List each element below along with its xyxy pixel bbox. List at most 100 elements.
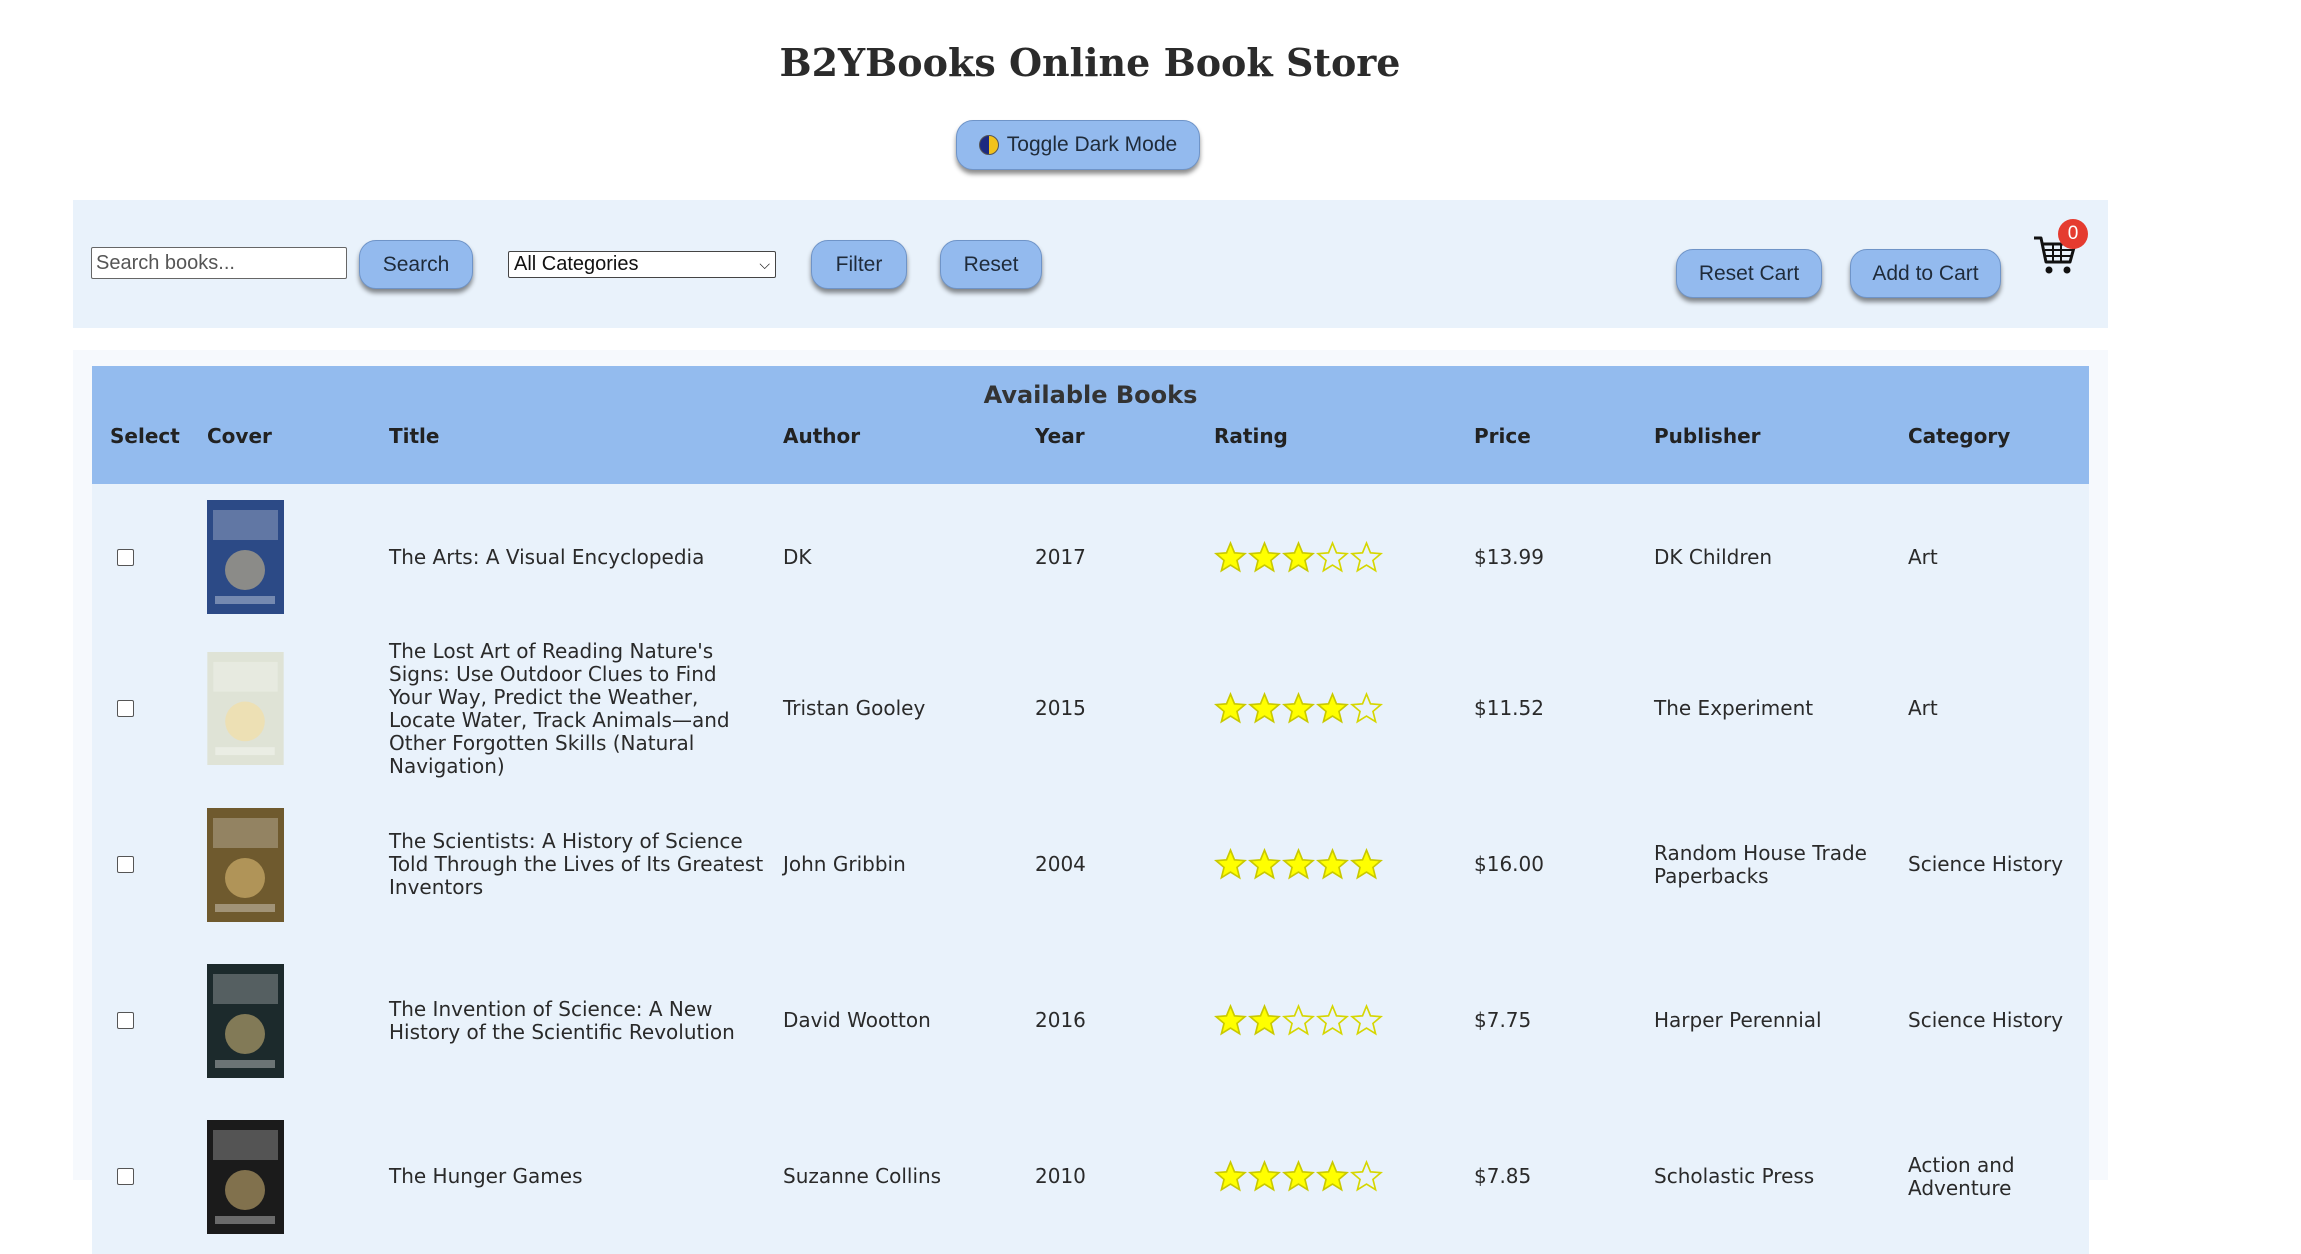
book-publisher: Random House Trade Paperbacks: [1636, 787, 1890, 942]
star-filled-icon: [1214, 848, 1247, 880]
select-cell: [92, 1099, 189, 1254]
toggle-dark-mode-button[interactable]: Toggle Dark Mode: [956, 120, 1200, 170]
cover-cell: [189, 1099, 371, 1254]
star-empty-icon: [1350, 692, 1383, 724]
column-header-publisher: Publisher: [1636, 422, 1890, 484]
star-filled-icon: [1282, 540, 1315, 572]
book-cover-image: [207, 807, 284, 922]
book-category: Action and Adventure: [1890, 1099, 2089, 1254]
book-publisher: Scholastic Press: [1636, 1099, 1890, 1254]
star-filled-icon: [1248, 848, 1281, 880]
book-title: The Hunger Games: [371, 1099, 765, 1254]
book-cover-image: [207, 652, 284, 765]
search-input[interactable]: [91, 247, 347, 279]
book-year: 2004: [1017, 787, 1196, 942]
star-filled-icon: [1316, 1160, 1349, 1192]
star-filled-icon: [1282, 848, 1315, 880]
table-row: The Invention of Science: A New History …: [92, 942, 2089, 1099]
table-row: The Lost Art of Reading Nature's Signs: …: [92, 630, 2089, 787]
table-row: The Hunger Games Suzanne Collins 2010 $7.85…: [92, 1099, 2089, 1254]
select-cell: [92, 787, 189, 942]
cover-cell: [189, 787, 371, 942]
star-empty-icon: [1316, 540, 1349, 572]
star-empty-icon: [1350, 1004, 1383, 1036]
select-cell: [92, 942, 189, 1099]
cart-count-badge: 0: [2058, 219, 2088, 249]
reset-button[interactable]: Reset: [940, 240, 1042, 289]
star-filled-icon: [1214, 1160, 1247, 1192]
book-cover-image: [207, 963, 284, 1078]
book-author: DK: [765, 484, 1017, 630]
add-to-cart-button[interactable]: Add to Cart: [1850, 249, 2001, 298]
book-title: The Scientists: A History of Science Tol…: [371, 787, 765, 942]
filter-button[interactable]: Filter: [811, 240, 907, 289]
book-price: $7.75: [1456, 942, 1636, 1099]
half-moon-icon: [978, 135, 999, 155]
book-author: Suzanne Collins: [765, 1099, 1017, 1254]
book-year: 2015: [1017, 630, 1196, 787]
reset-cart-button[interactable]: Reset Cart: [1676, 249, 1822, 298]
select-checkbox[interactable]: [117, 1012, 134, 1029]
category-select[interactable]: All Categories ⌵: [508, 251, 776, 278]
book-price: $11.52: [1456, 630, 1636, 787]
page-title: B2YBooks Online Book Store: [779, 40, 1401, 85]
column-header-title: Title: [371, 422, 765, 484]
select-cell: [92, 630, 189, 787]
book-category: Art: [1890, 484, 2089, 630]
book-author: Tristan Gooley: [765, 630, 1017, 787]
table-row: The Scientists: A History of Science Tol…: [92, 787, 2089, 942]
rating-stars: [1214, 1160, 1456, 1193]
book-price: $16.00: [1456, 787, 1636, 942]
star-filled-icon: [1282, 1160, 1315, 1192]
rating-cell: [1196, 787, 1456, 942]
book-category: Science History: [1890, 787, 2089, 942]
book-cover-image: [207, 1119, 284, 1234]
star-filled-icon: [1214, 1004, 1247, 1036]
select-checkbox[interactable]: [117, 700, 134, 717]
column-header-category: Category: [1890, 422, 2089, 484]
table-caption: Available Books: [92, 366, 2089, 422]
rating-stars: [1214, 848, 1456, 881]
rating-stars: [1214, 1004, 1456, 1037]
book-author: David Wootton: [765, 942, 1017, 1099]
column-header-author: Author: [765, 422, 1017, 484]
star-empty-icon: [1350, 540, 1383, 572]
cover-cell: [189, 484, 371, 630]
star-empty-icon: [1316, 1004, 1349, 1036]
book-year: 2010: [1017, 1099, 1196, 1254]
column-header-year: Year: [1017, 422, 1196, 484]
star-filled-icon: [1282, 692, 1315, 724]
column-header-cover: Cover: [189, 422, 371, 484]
star-filled-icon: [1248, 1160, 1281, 1192]
book-year: 2016: [1017, 942, 1196, 1099]
search-button[interactable]: Search: [359, 240, 473, 289]
book-publisher: The Experiment: [1636, 630, 1890, 787]
star-empty-icon: [1350, 1160, 1383, 1192]
star-filled-icon: [1248, 1004, 1281, 1036]
rating-cell: [1196, 1099, 1456, 1254]
toggle-dark-mode-label: Toggle Dark Mode: [1006, 133, 1178, 156]
star-filled-icon: [1248, 692, 1281, 724]
book-publisher: Harper Perennial: [1636, 942, 1890, 1099]
book-category: Science History: [1890, 942, 2089, 1099]
table-row: The Arts: A Visual Encyclopedia DK 2017 $13…: [92, 484, 2089, 630]
book-title: The Invention of Science: A New History …: [371, 942, 765, 1099]
select-checkbox[interactable]: [117, 548, 134, 566]
rating-cell: [1196, 484, 1456, 630]
column-header-select: Select: [92, 422, 189, 484]
star-empty-icon: [1282, 1004, 1315, 1036]
select-checkbox[interactable]: [117, 856, 134, 873]
chevron-down-icon: ⌵: [759, 256, 770, 272]
rating-cell: [1196, 942, 1456, 1099]
select-checkbox[interactable]: [117, 1168, 134, 1185]
star-filled-icon: [1214, 540, 1247, 572]
book-year: 2017: [1017, 484, 1196, 630]
book-title: The Arts: A Visual Encyclopedia: [371, 484, 765, 630]
column-header-price: Price: [1456, 422, 1636, 484]
book-cover-image: [207, 500, 284, 614]
select-cell: [92, 484, 189, 630]
book-category: Art: [1890, 630, 2089, 787]
rating-cell: [1196, 630, 1456, 787]
rating-stars: [1214, 540, 1456, 574]
cover-cell: [189, 942, 371, 1099]
